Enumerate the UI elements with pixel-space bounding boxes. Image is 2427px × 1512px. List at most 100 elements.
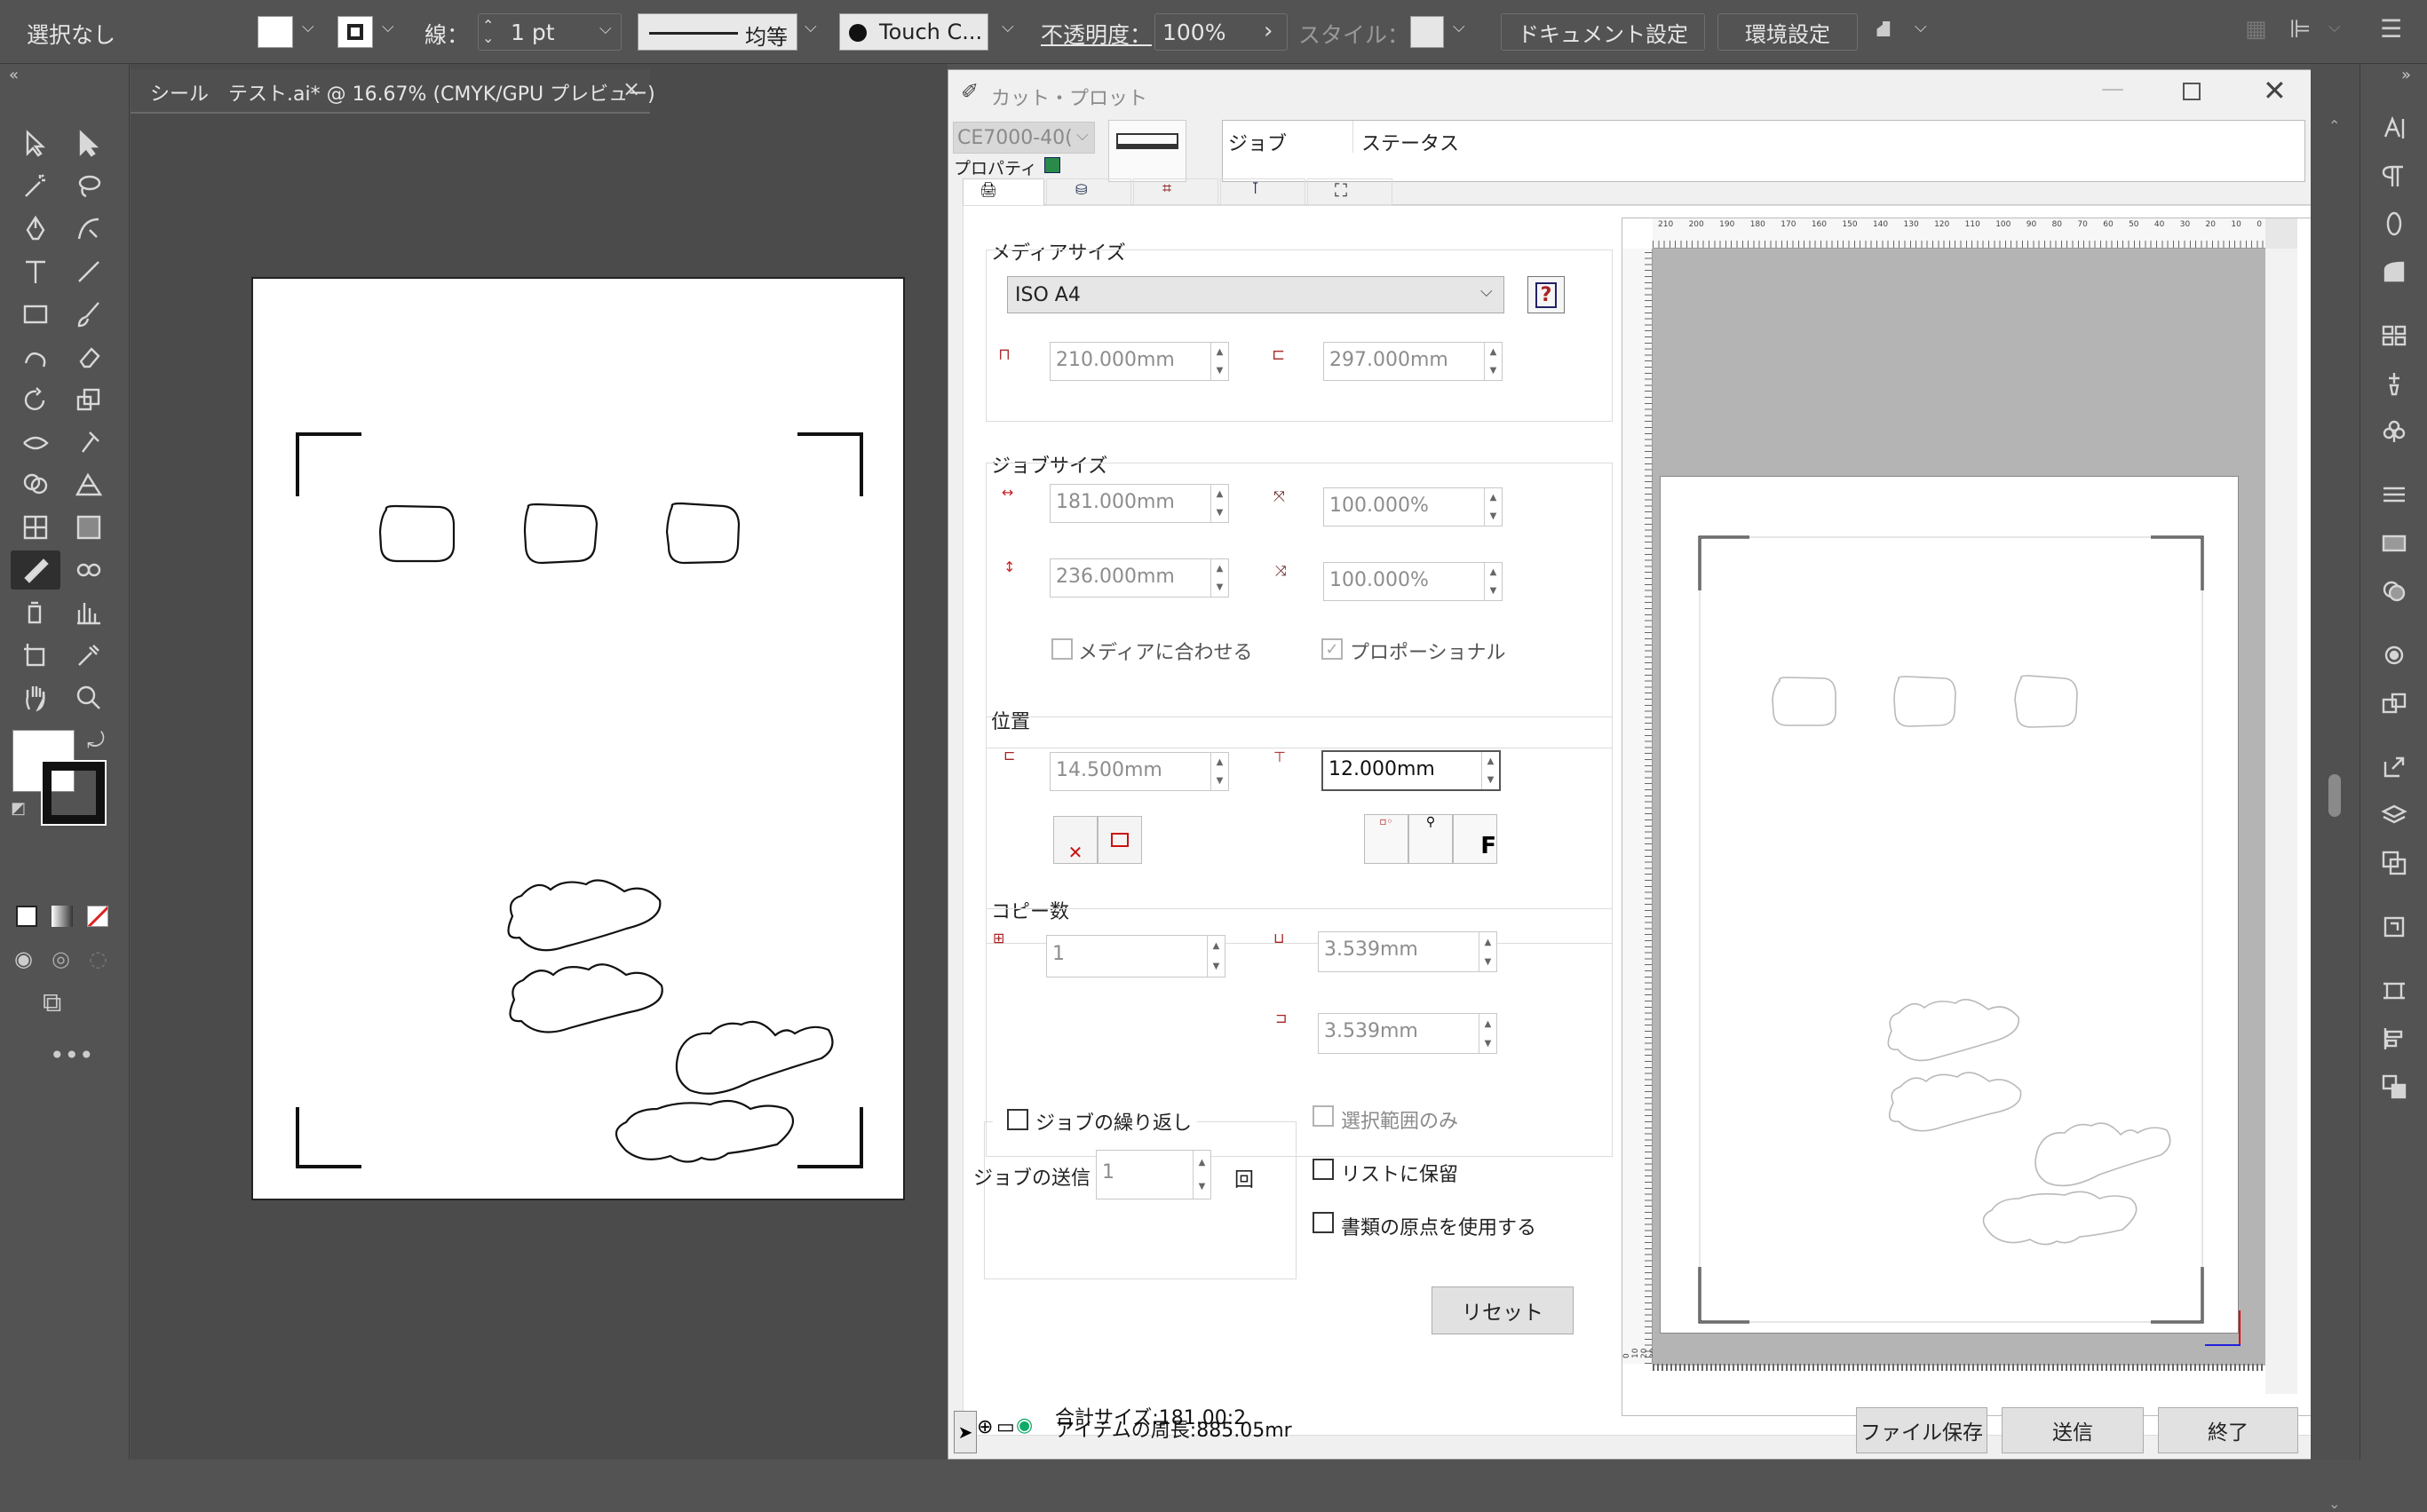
scale-tool-icon[interactable] — [64, 380, 114, 419]
blend-tool-icon[interactable] — [64, 550, 114, 590]
pos-y-spinner[interactable]: ▲ ▼ — [1481, 752, 1499, 789]
scale-x-spinner[interactable]: ▲ ▼ — [1484, 488, 1502, 526]
artboard-tool-icon[interactable] — [11, 636, 60, 675]
tab-marks[interactable]: ⌗ — [1133, 178, 1218, 205]
pos-x-spinner[interactable]: ▲ ▼ — [1210, 753, 1228, 790]
export-panel-icon[interactable] — [2376, 749, 2412, 785]
pos-y-field[interactable]: 12.000mm ▲ ▼ — [1321, 750, 1501, 791]
collapse-icon[interactable]: « — [9, 66, 19, 84]
style-swatch[interactable] — [1410, 16, 1444, 48]
proportional-checkbox[interactable]: ✓ — [1321, 638, 1343, 660]
job-width-spinner[interactable]: ▲ ▼ — [1210, 485, 1228, 522]
spacing-y-field[interactable]: 3.539mm ▲ ▼ — [1318, 1013, 1497, 1054]
perspective-grid-icon[interactable] — [64, 465, 114, 504]
pathfinder-panel-icon[interactable] — [2376, 1069, 2412, 1104]
layers-panel-icon[interactable] — [2376, 797, 2412, 833]
magic-wand-icon[interactable] — [11, 167, 60, 206]
chevron-down-icon[interactable]: ⌵ — [1002, 18, 1014, 36]
default-colors-icon[interactable]: ◩ — [11, 799, 26, 818]
type-tool-icon[interactable] — [11, 252, 60, 291]
preferences-button[interactable]: 環境設定 — [1717, 13, 1858, 51]
job-height-field[interactable]: 236.000mm ▲ ▼ — [1050, 558, 1229, 598]
hand-tool-icon[interactable] — [11, 678, 60, 717]
rectangle-tool-icon[interactable] — [11, 295, 60, 334]
selection-only-checkbox[interactable] — [1313, 1105, 1334, 1127]
origin-reset-button[interactable]: ✕ — [1053, 816, 1098, 864]
scale-y-spinner[interactable]: ▲ ▼ — [1484, 563, 1502, 600]
chevron-right-icon[interactable]: › — [1264, 18, 1273, 44]
keep-in-list-checkbox[interactable] — [1313, 1159, 1334, 1180]
pos-x-field[interactable]: 14.500mm ▲ ▼ — [1050, 752, 1229, 791]
appearance-panel-icon[interactable] — [2376, 637, 2412, 673]
media-height-field[interactable]: 297.000mm ▲ ▼ — [1323, 342, 1503, 381]
tab-general[interactable]: 🖨 — [963, 178, 1044, 207]
job-list[interactable]: ジョブ ステータス — [1222, 120, 2305, 182]
spacing-x-field[interactable]: 3.539mm ▲ ▼ — [1318, 931, 1497, 972]
properties-link[interactable]: プロパティ — [954, 155, 1037, 179]
chevron-down-icon[interactable]: ⌵ — [1453, 18, 1465, 36]
rotate-tool-icon[interactable] — [11, 380, 60, 419]
chevron-down-icon[interactable]: ⌵ — [2328, 18, 2341, 36]
stroke-weight-field[interactable]: ⌃ ⌄ 1 pt ⌵ — [478, 13, 622, 51]
close-tab-icon[interactable]: × — [623, 76, 640, 101]
scale-y-field[interactable]: 100.000% ▲ ▼ — [1323, 562, 1503, 601]
align-left-button[interactable]: ▫◦ — [1364, 814, 1408, 864]
character-panel-icon[interactable] — [2376, 110, 2412, 146]
chevron-down-icon[interactable]: ⌵ — [302, 18, 314, 36]
none-mode-icon[interactable] — [87, 906, 108, 927]
media-height-spinner[interactable]: ▲ ▼ — [1484, 343, 1502, 380]
media-width-spinner[interactable]: ▲ ▼ — [1210, 343, 1228, 380]
width-tool-icon[interactable] — [11, 423, 60, 462]
send-count-spinner[interactable]: ▲ ▼ — [1193, 1151, 1210, 1199]
direct-selection-tool-icon[interactable] — [64, 124, 114, 163]
gradient-panel-icon[interactable] — [2376, 526, 2412, 561]
device-select[interactable]: CE7000-40( ⌵ — [953, 122, 1095, 154]
copies-field[interactable]: 1 ▲ ▼ — [1046, 935, 1225, 978]
job-height-spinner[interactable]: ▲ ▼ — [1210, 559, 1228, 597]
job-width-field[interactable]: 181.000mm ▲ ▼ — [1050, 484, 1229, 523]
copies-spinner[interactable]: ▲ ▼ — [1207, 936, 1225, 977]
fit-media-checkbox[interactable] — [1051, 638, 1073, 660]
opentype-panel-icon[interactable] — [2376, 206, 2412, 241]
transform-icon[interactable]: ⊫ — [2289, 14, 2311, 44]
brushes-panel-icon[interactable] — [2376, 366, 2412, 401]
color-mode-icon[interactable] — [16, 906, 37, 927]
eraser-icon[interactable] — [64, 337, 114, 376]
scroll-up-icon[interactable]: ⌃ — [2328, 117, 2340, 134]
gradient-mode-icon[interactable] — [52, 906, 73, 927]
chevron-down-icon[interactable]: ⌵ — [1915, 18, 1927, 36]
arrange-icon[interactable]: ⛘ — [1876, 16, 1892, 46]
draw-normal-icon[interactable]: ◉ — [14, 946, 33, 971]
pen-tool-icon[interactable] — [11, 210, 60, 249]
gradient-swatch-icon[interactable] — [2376, 254, 2412, 289]
stroke-color-box[interactable] — [41, 760, 107, 826]
canvas-scrollbar[interactable]: ⌃ ⌄ — [2311, 64, 2360, 1512]
scale-x-field[interactable]: 100.000% ▲ ▼ — [1323, 487, 1503, 526]
zoom-icon[interactable]: ⊕ — [977, 1416, 993, 1438]
line-tool-icon[interactable] — [64, 252, 114, 291]
preview-scroll[interactable] — [2265, 249, 2297, 1394]
reset-button[interactable]: リセット — [1432, 1286, 1574, 1334]
save-file-button[interactable]: ファイル保存 — [1856, 1407, 1987, 1453]
properties-icon[interactable] — [1044, 157, 1060, 173]
align-grid-icon[interactable]: ▦ — [2245, 16, 2267, 43]
send-button[interactable]: 送信 — [2002, 1407, 2144, 1453]
media-width-field[interactable]: 210.000mm ▲ ▼ — [1050, 342, 1229, 381]
draw-behind-icon[interactable]: ◎ — [52, 946, 70, 971]
minimize-icon[interactable]: — — [2101, 75, 2124, 102]
repeat-job-checkbox[interactable] — [1007, 1109, 1028, 1130]
brush-select[interactable]: Touch C... — [839, 13, 988, 51]
swap-colors-icon[interactable]: ⤾ — [87, 728, 105, 753]
opacity-label[interactable]: 不透明度： — [1041, 18, 1152, 50]
lasso-icon[interactable] — [64, 167, 114, 206]
media-size-select[interactable]: ISO A4 ⌵ — [1007, 276, 1504, 313]
fit-view-icon[interactable]: ▭ — [996, 1416, 1015, 1438]
shape-builder-icon[interactable] — [11, 465, 60, 504]
links-panel-icon[interactable] — [2376, 909, 2412, 945]
tab-pen[interactable]: ⛁ — [1046, 178, 1131, 205]
expand-panels-icon[interactable]: » — [2401, 66, 2411, 84]
preview-search-icon[interactable]: ◉ — [1016, 1414, 1033, 1437]
artboards-panel-icon[interactable] — [2376, 845, 2412, 881]
origin-move-button[interactable] — [1098, 816, 1142, 864]
maximize-icon[interactable] — [2183, 83, 2201, 100]
